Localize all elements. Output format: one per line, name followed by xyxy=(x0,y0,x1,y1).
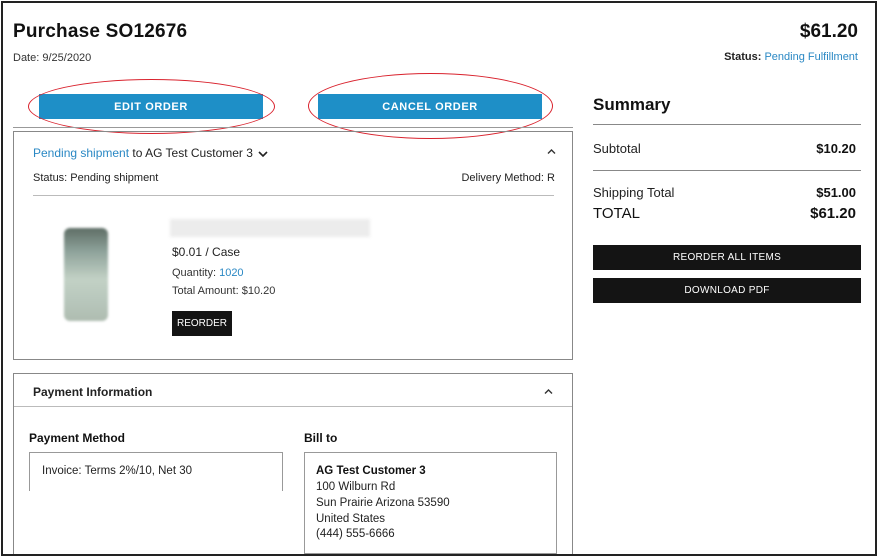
shipment-card: Pending shipment to AG Test Customer 3 S… xyxy=(13,131,573,360)
order-date-label: Date: xyxy=(13,52,43,64)
download-pdf-button[interactable]: DOWNLOAD PDF xyxy=(593,278,861,303)
payment-card: Payment Information Payment Method Invoi… xyxy=(13,373,573,554)
item-total-amount: Total Amount: $10.20 xyxy=(172,285,276,297)
subtotal-value: $10.20 xyxy=(816,141,856,156)
highlight-oval-edit xyxy=(28,79,275,134)
quantity-value: 1020 xyxy=(219,267,244,279)
bill-to-box: AG Test Customer 3 100 Wilburn Rd Sun Pr… xyxy=(304,452,557,554)
chevron-down-icon[interactable] xyxy=(258,150,268,158)
divider xyxy=(33,195,554,196)
item-price: $0.01 / Case xyxy=(172,245,241,259)
shipment-status-line: Status: Pending shipment xyxy=(33,172,159,184)
page-title: Purchase SO12676 xyxy=(13,21,188,42)
item-quantity: Quantity: 1020 xyxy=(172,267,244,279)
shipping-total-value: $51.00 xyxy=(816,185,856,200)
product-name-redacted xyxy=(170,219,370,237)
reorder-button[interactable]: REORDER xyxy=(172,311,232,336)
bill-to-country: United States xyxy=(316,513,386,525)
payment-method-value: Invoice: Terms 2%/10, Net 30 xyxy=(42,465,192,477)
order-date: Date: 9/25/2020 xyxy=(13,52,91,64)
shipment-recipient: to AG Test Customer 3 xyxy=(129,146,253,160)
order-status-value[interactable]: Pending Fulfillment xyxy=(764,51,858,63)
order-total-header: $61.20 xyxy=(799,21,858,42)
divider xyxy=(13,127,573,128)
payment-header[interactable]: Payment Information xyxy=(14,374,572,407)
chevron-up-icon[interactable] xyxy=(547,148,556,155)
order-status-label: Status: xyxy=(724,51,762,63)
total-label: TOTAL xyxy=(593,205,640,222)
payment-method-label: Payment Method xyxy=(29,431,126,445)
highlight-oval-cancel xyxy=(308,73,553,139)
payment-method-box: Invoice: Terms 2%/10, Net 30 xyxy=(29,452,283,491)
delivery-method: Delivery Method: R xyxy=(461,172,555,184)
product-image[interactable] xyxy=(64,228,108,321)
payment-heading: Payment Information xyxy=(33,385,153,399)
summary-title: Summary xyxy=(593,95,671,114)
shipment-status-link[interactable]: Pending shipment xyxy=(33,146,129,160)
order-date-value: 9/25/2020 xyxy=(42,52,92,64)
chevron-up-icon[interactable] xyxy=(544,388,553,395)
order-detail-page: Purchase SO12676 Date: 9/25/2020 $61.20 … xyxy=(1,1,877,556)
shipping-total-label: Shipping Total xyxy=(593,185,675,200)
total-value: $61.20 xyxy=(810,205,856,222)
subtotal-label: Subtotal xyxy=(593,141,641,156)
divider xyxy=(593,170,861,171)
bill-to-name: AG Test Customer 3 xyxy=(316,465,426,477)
quantity-label: Quantity: xyxy=(172,267,220,279)
divider xyxy=(593,124,861,125)
bill-to-phone: (444) 555-6666 xyxy=(316,528,395,540)
reorder-all-button[interactable]: REORDER ALL ITEMS xyxy=(593,245,861,270)
order-status: Status: Pending Fulfillment xyxy=(724,51,858,63)
bill-to-label: Bill to xyxy=(304,431,338,445)
shipment-header[interactable]: Pending shipment to AG Test Customer 3 xyxy=(33,146,268,160)
bill-to-city: Sun Prairie Arizona 53590 xyxy=(316,497,450,509)
bill-to-street: 100 Wilburn Rd xyxy=(316,481,396,493)
